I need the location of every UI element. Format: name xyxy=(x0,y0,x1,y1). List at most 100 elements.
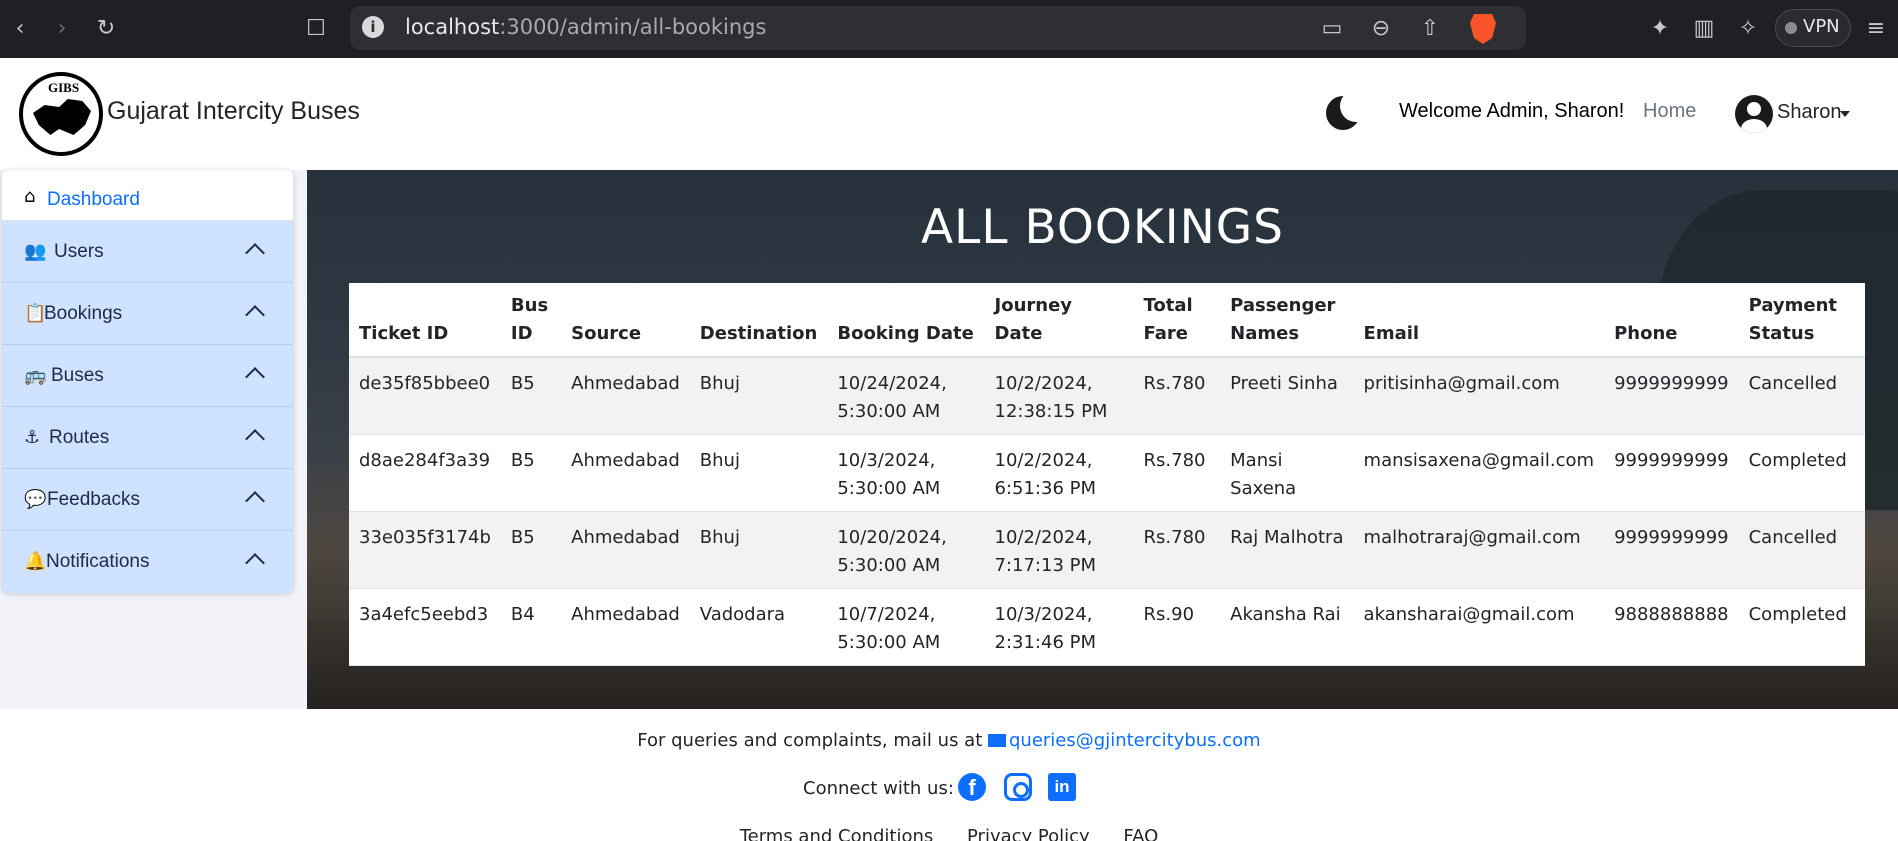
privacy-link[interactable]: Privacy Policy xyxy=(967,826,1090,841)
user-menu-toggle[interactable]: Sharon xyxy=(1777,101,1842,124)
table-cell: 9999999999 xyxy=(1604,434,1739,512)
reload-icon[interactable]: ↻ xyxy=(92,14,120,42)
bookmark-icon[interactable]: ☐ xyxy=(302,14,330,42)
table-cell: Rs.90 xyxy=(1133,588,1221,666)
table-cell: Cancelled xyxy=(1738,511,1865,589)
site-info-icon[interactable]: i xyxy=(362,16,384,38)
terms-link[interactable]: Terms and Conditions xyxy=(740,826,934,841)
table-header-row: Ticket ID Bus ID Source Destination Book… xyxy=(349,283,1865,358)
footer-email-link[interactable]: queries@gjintercitybus.com xyxy=(1009,730,1261,751)
leo-ai-icon[interactable]: ✧ xyxy=(1734,14,1762,42)
sidebar-item-users[interactable]: 👥 Users xyxy=(2,221,293,283)
sidebar-item-routes[interactable]: ⚓ Routes xyxy=(2,407,293,469)
chevron-up-icon[interactable] xyxy=(245,491,265,511)
zoom-icon[interactable]: ⊖ xyxy=(1367,14,1395,42)
table-cell: 3a4efc5eebd3 xyxy=(349,588,501,666)
linkedin-icon[interactable]: in xyxy=(1048,773,1076,801)
share-icon[interactable]: ⇧ xyxy=(1416,14,1444,42)
table-cell: Rs.780 xyxy=(1133,357,1221,435)
bookings-table: Ticket ID Bus ID Source Destination Book… xyxy=(349,283,1865,666)
column-header: Email xyxy=(1353,283,1605,358)
sidebar-item-label: Routes xyxy=(49,427,110,448)
sidebar-item-label: Users xyxy=(54,241,104,262)
table-cell: 10/20/2024, 5:30:00 AM xyxy=(827,511,985,589)
column-header: Ticket ID xyxy=(349,283,501,358)
chevron-up-icon[interactable] xyxy=(245,553,265,573)
table-cell: B5 xyxy=(500,511,562,589)
table-cell: de35f85bbee0 xyxy=(349,357,501,435)
column-header: Payment Status xyxy=(1738,283,1865,358)
back-icon[interactable]: ‹ xyxy=(6,14,34,42)
table-cell: Akansha Rai xyxy=(1220,588,1354,666)
column-header: Source xyxy=(561,283,690,358)
footer-links: Terms and Conditions Privacy Policy FAQ xyxy=(0,826,1898,841)
vpn-status-icon xyxy=(1785,22,1797,34)
table-cell: Bhuj xyxy=(689,434,828,512)
sidebar-item-label: Buses xyxy=(51,365,104,386)
column-header: Total Fare xyxy=(1133,283,1221,358)
table-cell: Completed xyxy=(1738,434,1865,512)
footer-query-text: For queries and complaints, mail us at xyxy=(637,730,983,751)
table-cell: 10/3/2024, 5:30:00 AM xyxy=(827,434,985,512)
table-cell: Bhuj xyxy=(689,511,828,589)
forward-icon[interactable]: › xyxy=(48,14,76,42)
caret-down-icon[interactable] xyxy=(1840,111,1850,117)
user-avatar-icon[interactable] xyxy=(1735,95,1773,133)
table-cell: B5 xyxy=(500,434,562,512)
table-cell: 33e035f3174b xyxy=(349,511,501,589)
chevron-up-icon[interactable] xyxy=(245,367,265,387)
sidebar-item-notifications[interactable]: 🔔 Notifications xyxy=(2,531,293,593)
column-header: Journey Date xyxy=(984,283,1134,358)
url-text[interactable]: localhost:3000/admin/all-bookings xyxy=(405,15,766,39)
table-cell: pritisinha@gmail.com xyxy=(1353,357,1605,435)
bell-icon: 🔔 xyxy=(24,551,47,572)
table-cell: Ahmedabad xyxy=(561,357,690,435)
chevron-up-icon[interactable] xyxy=(245,305,265,325)
page-title: ALL BOOKINGS xyxy=(921,200,1284,255)
column-header: Passenger Names xyxy=(1220,283,1354,358)
cast-icon[interactable]: ▭ xyxy=(1318,14,1346,42)
bus-icon: 🚌 xyxy=(24,365,47,386)
sidebar-item-dashboard[interactable]: ⌂ Dashboard xyxy=(2,170,293,221)
sidebar-item-buses[interactable]: 🚌 Buses xyxy=(2,345,293,407)
sidebar-item-label: Feedbacks xyxy=(47,489,140,510)
table-cell: B5 xyxy=(500,357,562,435)
table-cell: 10/2/2024, 12:38:15 PM xyxy=(984,357,1134,435)
table-cell: Completed xyxy=(1738,588,1865,666)
table-cell: 10/7/2024, 5:30:00 AM xyxy=(827,588,985,666)
clipboard-icon: 📋 xyxy=(24,303,47,324)
sidebar-item-label: Notifications xyxy=(46,551,150,572)
sidebar: ⌂ Dashboard 👥 Users 📋 Bookings 🚌 Buses ⚓… xyxy=(2,170,293,593)
brand-name[interactable]: Gujarat Intercity Buses xyxy=(107,97,360,126)
sidebar-item-feedbacks[interactable]: 💬 Feedbacks xyxy=(2,469,293,531)
comment-icon: 💬 xyxy=(24,489,47,510)
column-header: Phone xyxy=(1604,283,1739,358)
table-cell: Cancelled xyxy=(1738,357,1865,435)
table-cell: Vadodara xyxy=(689,588,828,666)
bookings-table-container: Ticket ID Bus ID Source Destination Book… xyxy=(349,283,1865,666)
sidebar-toggle-icon[interactable]: ▥ xyxy=(1690,14,1718,42)
faq-link[interactable]: FAQ xyxy=(1123,826,1158,841)
users-icon: 👥 xyxy=(24,241,47,262)
home-icon: ⌂ xyxy=(24,186,36,207)
table-cell: Ahmedabad xyxy=(561,434,690,512)
instagram-icon[interactable] xyxy=(1004,773,1032,801)
vpn-label: VPN xyxy=(1803,16,1840,37)
chevron-up-icon[interactable] xyxy=(245,429,265,449)
sidebar-item-bookings[interactable]: 📋 Bookings xyxy=(2,283,293,345)
table-row: 3a4efc5eebd3 B4 Ahmedabad Vadodara 10/7/… xyxy=(349,588,1865,666)
table-cell: 10/24/2024, 5:30:00 AM xyxy=(827,357,985,435)
moon-cutout xyxy=(1340,90,1372,122)
table-cell: Bhuj xyxy=(689,357,828,435)
nav-home-link[interactable]: Home xyxy=(1643,100,1696,123)
sidebar-item-label: Dashboard xyxy=(47,189,140,210)
facebook-icon[interactable]: f xyxy=(958,773,986,801)
table-cell: Rs.780 xyxy=(1133,511,1221,589)
table-row: d8ae284f3a39 B5 Ahmedabad Bhuj 10/3/2024… xyxy=(349,434,1865,512)
table-cell: 9999999999 xyxy=(1604,357,1739,435)
table-cell: Ahmedabad xyxy=(561,511,690,589)
table-cell: 9888888888 xyxy=(1604,588,1739,666)
chevron-up-icon[interactable] xyxy=(245,243,265,263)
extensions-icon[interactable]: ✦ xyxy=(1646,14,1674,42)
menu-icon[interactable]: ≡ xyxy=(1862,14,1890,42)
